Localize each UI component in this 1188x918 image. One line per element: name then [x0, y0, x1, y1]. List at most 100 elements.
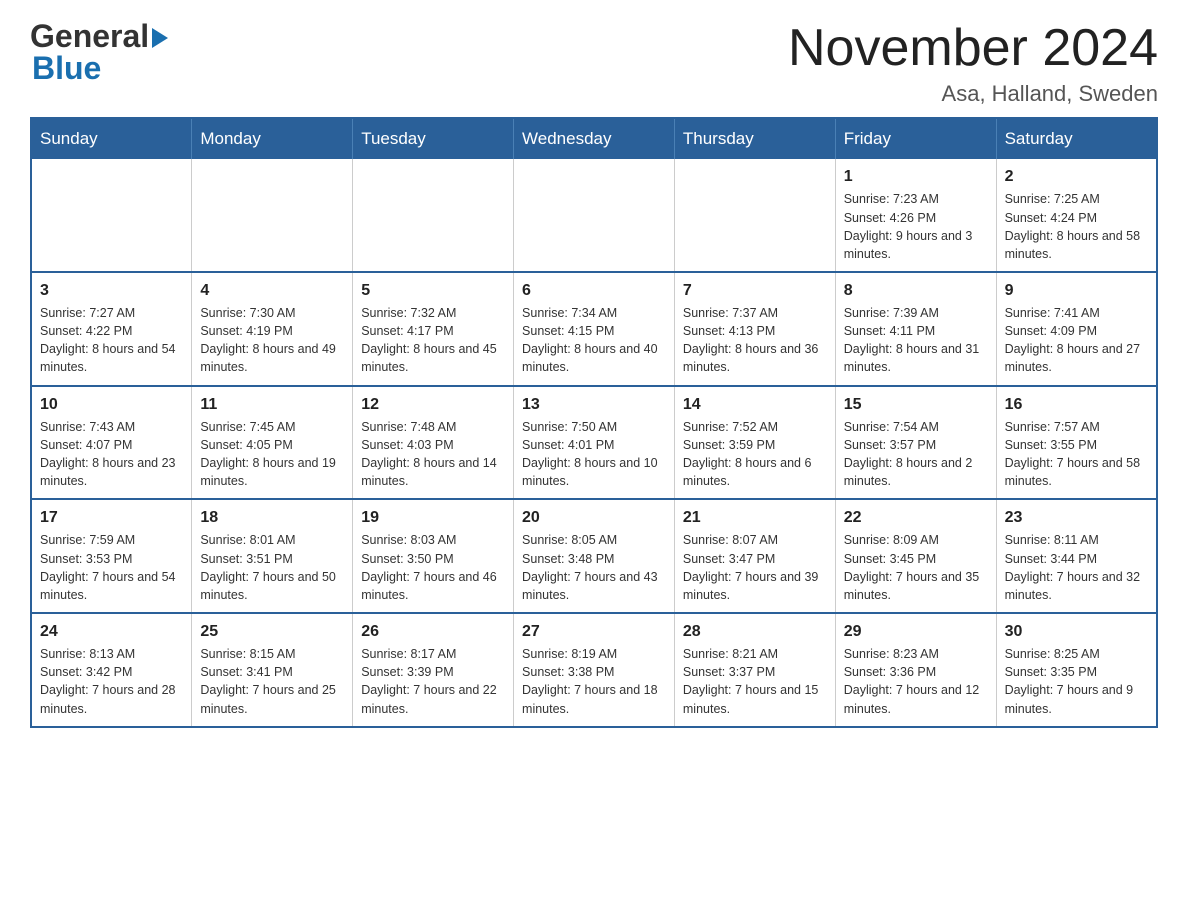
calendar-day-cell: 29Sunrise: 8:23 AMSunset: 3:36 PMDayligh…	[835, 613, 996, 727]
calendar-day-cell: 4Sunrise: 7:30 AMSunset: 4:19 PMDaylight…	[192, 272, 353, 386]
day-number: 22	[844, 506, 988, 529]
day-number: 13	[522, 393, 666, 416]
daylight-text: Daylight: 8 hours and 2 minutes.	[844, 454, 988, 490]
day-number: 17	[40, 506, 183, 529]
sunrise-text: Sunrise: 7:27 AM	[40, 304, 183, 322]
daylight-text: Daylight: 7 hours and 12 minutes.	[844, 681, 988, 717]
daylight-text: Daylight: 9 hours and 3 minutes.	[844, 227, 988, 263]
sunrise-text: Sunrise: 7:23 AM	[844, 190, 988, 208]
day-number: 7	[683, 279, 827, 302]
sunset-text: Sunset: 3:38 PM	[522, 663, 666, 681]
calendar-day-cell	[31, 159, 192, 272]
sunrise-text: Sunrise: 7:34 AM	[522, 304, 666, 322]
logo-blue-text: Blue	[32, 52, 101, 84]
sunset-text: Sunset: 3:55 PM	[1005, 436, 1148, 454]
calendar-header-row: Sunday Monday Tuesday Wednesday Thursday…	[31, 118, 1157, 159]
calendar-day-cell: 15 Sunrise: 7:54 AMSunset: 3:57 PMDayligh…	[835, 386, 996, 500]
daylight-text: Daylight: 8 hours and 14 minutes.	[361, 454, 505, 490]
sunset-text: Sunset: 3:50 PM	[361, 550, 505, 568]
day-number: 18	[200, 506, 344, 529]
calendar-day-cell: 23Sunrise: 8:11 AMSunset: 3:44 PMDayligh…	[996, 499, 1157, 613]
sunset-text: Sunset: 3:47 PM	[683, 550, 827, 568]
day-number: 23	[1005, 506, 1148, 529]
sunset-text: Sunset: 3:45 PM	[844, 550, 988, 568]
col-monday: Monday	[192, 118, 353, 159]
sunrise-text: Sunrise: 7:39 AM	[844, 304, 988, 322]
sunrise-text: Sunrise: 8:25 AM	[1005, 645, 1148, 663]
calendar-day-cell: 20 Sunrise: 8:05 AMSunset: 3:48 PMDayligh…	[514, 499, 675, 613]
sunset-text: Sunset: 3:57 PM	[844, 436, 988, 454]
calendar-day-cell: 25Sunrise: 8:15 AMSunset: 3:41 PMDayligh…	[192, 613, 353, 727]
day-number: 20	[522, 506, 666, 529]
calendar-day-cell: 30Sunrise: 8:25 AMSunset: 3:35 PMDayligh…	[996, 613, 1157, 727]
daylight-text: Daylight: 7 hours and 46 minutes.	[361, 568, 505, 604]
sunset-text: Sunset: 4:17 PM	[361, 322, 505, 340]
daylight-text: Daylight: 7 hours and 43 minutes.	[522, 568, 666, 604]
sunrise-text: Sunrise: 8:15 AM	[200, 645, 344, 663]
day-number: 8	[844, 279, 988, 302]
sunrise-text: Sunrise: 8:07 AM	[683, 531, 827, 549]
calendar-week-row: 10Sunrise: 7:43 AMSunset: 4:07 PMDayligh…	[31, 386, 1157, 500]
sunset-text: Sunset: 4:07 PM	[40, 436, 183, 454]
col-tuesday: Tuesday	[353, 118, 514, 159]
title-section: November 2024 Asa, Halland, Sweden	[788, 20, 1158, 107]
sunset-text: Sunset: 4:11 PM	[844, 322, 988, 340]
sunset-text: Sunset: 3:53 PM	[40, 550, 183, 568]
calendar-day-cell: 16Sunrise: 7:57 AMSunset: 3:55 PMDayligh…	[996, 386, 1157, 500]
day-number: 28	[683, 620, 827, 643]
location-text: Asa, Halland, Sweden	[788, 81, 1158, 107]
sunrise-text: Sunrise: 8:19 AM	[522, 645, 666, 663]
sunset-text: Sunset: 4:05 PM	[200, 436, 344, 454]
day-number: 1	[844, 165, 988, 188]
day-number: 26	[361, 620, 505, 643]
daylight-text: Daylight: 8 hours and 36 minutes.	[683, 340, 827, 376]
sunrise-text: Sunrise: 7:41 AM	[1005, 304, 1148, 322]
sunrise-text: Sunrise: 8:05 AM	[522, 531, 666, 549]
sunset-text: Sunset: 4:09 PM	[1005, 322, 1148, 340]
sunrise-text: Sunrise: 7:45 AM	[200, 418, 344, 436]
daylight-text: Daylight: 7 hours and 35 minutes.	[844, 568, 988, 604]
logo: General Blue	[30, 20, 168, 84]
sunset-text: Sunset: 4:03 PM	[361, 436, 505, 454]
month-title: November 2024	[788, 20, 1158, 77]
sunrise-text: Sunrise: 7:32 AM	[361, 304, 505, 322]
day-number: 19	[361, 506, 505, 529]
day-number: 10	[40, 393, 183, 416]
day-number: 24	[40, 620, 183, 643]
daylight-text: Daylight: 8 hours and 27 minutes.	[1005, 340, 1148, 376]
sunset-text: Sunset: 3:37 PM	[683, 663, 827, 681]
sunset-text: Sunset: 3:35 PM	[1005, 663, 1148, 681]
sunset-text: Sunset: 3:44 PM	[1005, 550, 1148, 568]
calendar-week-row: 3Sunrise: 7:27 AMSunset: 4:22 PMDaylight…	[31, 272, 1157, 386]
calendar-day-cell	[674, 159, 835, 272]
day-number: 21	[683, 506, 827, 529]
sunset-text: Sunset: 3:59 PM	[683, 436, 827, 454]
calendar-day-cell: 12Sunrise: 7:48 AMSunset: 4:03 PMDayligh…	[353, 386, 514, 500]
sunset-text: Sunset: 3:48 PM	[522, 550, 666, 568]
daylight-text: Daylight: 8 hours and 54 minutes.	[40, 340, 183, 376]
sunset-text: Sunset: 3:42 PM	[40, 663, 183, 681]
sunrise-text: Sunrise: 8:01 AM	[200, 531, 344, 549]
calendar-day-cell: 26Sunrise: 8:17 AMSunset: 3:39 PMDayligh…	[353, 613, 514, 727]
daylight-text: Daylight: 8 hours and 31 minutes.	[844, 340, 988, 376]
day-number: 4	[200, 279, 344, 302]
day-number: 2	[1005, 165, 1148, 188]
page-header: General Blue November 2024 Asa, Halland,…	[30, 20, 1158, 107]
day-number: 15	[844, 393, 988, 416]
sunset-text: Sunset: 4:22 PM	[40, 322, 183, 340]
day-number: 27	[522, 620, 666, 643]
calendar-day-cell: 19Sunrise: 8:03 AMSunset: 3:50 PMDayligh…	[353, 499, 514, 613]
day-number: 12	[361, 393, 505, 416]
sunset-text: Sunset: 4:01 PM	[522, 436, 666, 454]
calendar-day-cell: 7Sunrise: 7:37 AMSunset: 4:13 PMDaylight…	[674, 272, 835, 386]
col-sunday: Sunday	[31, 118, 192, 159]
day-number: 6	[522, 279, 666, 302]
sunset-text: Sunset: 3:36 PM	[844, 663, 988, 681]
calendar-day-cell	[353, 159, 514, 272]
calendar-day-cell: 5Sunrise: 7:32 AMSunset: 4:17 PMDaylight…	[353, 272, 514, 386]
daylight-text: Daylight: 7 hours and 58 minutes.	[1005, 454, 1148, 490]
calendar-day-cell: 1Sunrise: 7:23 AMSunset: 4:26 PMDaylight…	[835, 159, 996, 272]
sunset-text: Sunset: 4:13 PM	[683, 322, 827, 340]
sunrise-text: Sunrise: 7:54 AM	[844, 418, 988, 436]
daylight-text: Daylight: 8 hours and 58 minutes.	[1005, 227, 1148, 263]
